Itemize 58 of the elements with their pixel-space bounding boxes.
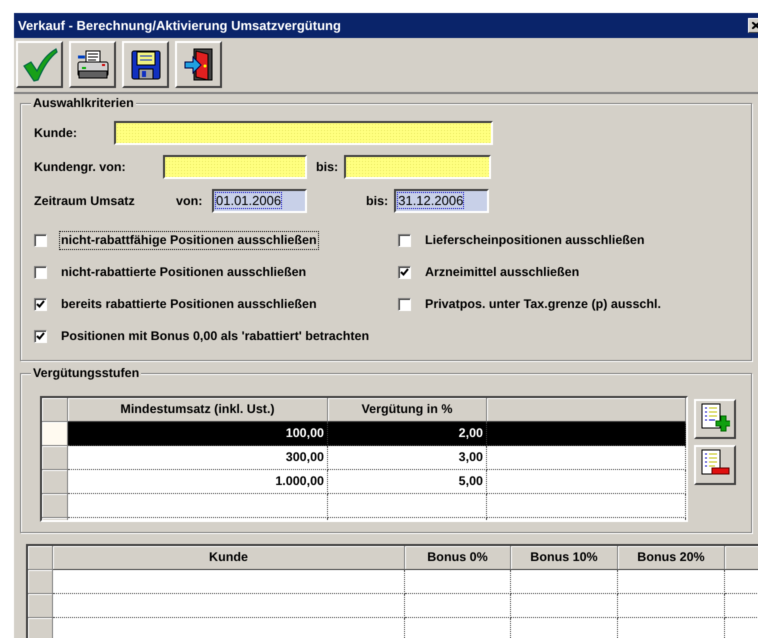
column-header: Bonus 20% [618,546,725,570]
field-label: von: [176,194,204,208]
checkmark-icon [22,48,58,82]
input-field[interactable] [344,155,492,179]
checkbox-label: Lieferscheinpositionen ausschließen [424,232,646,249]
group-title: Vergütungsstufen [31,366,142,381]
confirm-button[interactable] [16,41,63,88]
remove-row-button[interactable] [694,445,736,485]
checkbox[interactable] [34,234,47,246]
table-cell: 300,00 [68,446,328,470]
checkbox-label: Positionen mit Bonus 0,00 als 'rabattiert' betrachten [60,328,370,344]
add-row-button[interactable] [694,399,736,439]
checkbox-label: nicht-rabattierte Positionen ausschließen [60,264,308,280]
table-cell: 5,00 [328,470,487,494]
exit-door-icon [184,48,214,82]
row-header[interactable] [28,618,53,638]
input-field[interactable] [114,121,493,145]
field-label: bis: [316,160,338,174]
checkbox-label: nicht-rabattfähige Positionen ausschließen [59,230,319,250]
checkbox-label: bereits rabattierte Positionen ausschließen [60,296,318,312]
exit-button[interactable] [175,41,222,88]
row-header[interactable] [28,570,53,594]
row-header[interactable] [42,470,68,494]
row-header[interactable] [28,594,53,618]
row-header[interactable] [42,494,68,518]
field-label: Kunde: [34,126,78,140]
date-field[interactable]: 01.01.2006 [212,189,307,213]
window-title: Verkauf - Berechnung/Aktivierung Umsatzvergütung [18,18,341,34]
table-cell: 2,00 [328,422,487,446]
row-header[interactable] [42,446,68,470]
close-icon [752,22,758,29]
table-cell: 3,00 [328,446,487,470]
field-label: bis: [366,194,388,208]
date-field[interactable]: 31.12.2006 [394,189,490,213]
printer-icon [76,48,110,80]
checkbox[interactable] [398,298,411,310]
print-button[interactable] [69,41,116,88]
row-header[interactable] [42,422,68,446]
checkbox-label: Privatpos. unter Tax.grenze (p) ausschl. [424,296,662,313]
field-label: Zeitraum Umsatz [34,194,136,208]
column-header: Mindestumsatz (inkl. Ust.) [68,398,328,422]
column-header: Vergütung in % [328,398,487,422]
row-header [42,398,68,422]
checkbox[interactable] [34,330,47,342]
table-cell: 100,00 [68,422,328,446]
row-header [28,546,53,570]
table-cell: 1.000,00 [68,470,328,494]
checkbox[interactable] [34,266,47,278]
save-button[interactable] [122,41,169,88]
column-header: Bonus 10% [511,546,618,570]
checkbox[interactable] [34,298,47,310]
checkbox-label: Arzneimittel ausschließen [424,264,580,280]
checkbox[interactable] [398,266,411,278]
column-header: Kunde [53,546,405,570]
field-label: Kundengr. von: [34,160,127,174]
input-field[interactable] [163,155,307,179]
checkbox[interactable] [398,234,411,246]
column-header: Bonus 0% [405,546,511,570]
